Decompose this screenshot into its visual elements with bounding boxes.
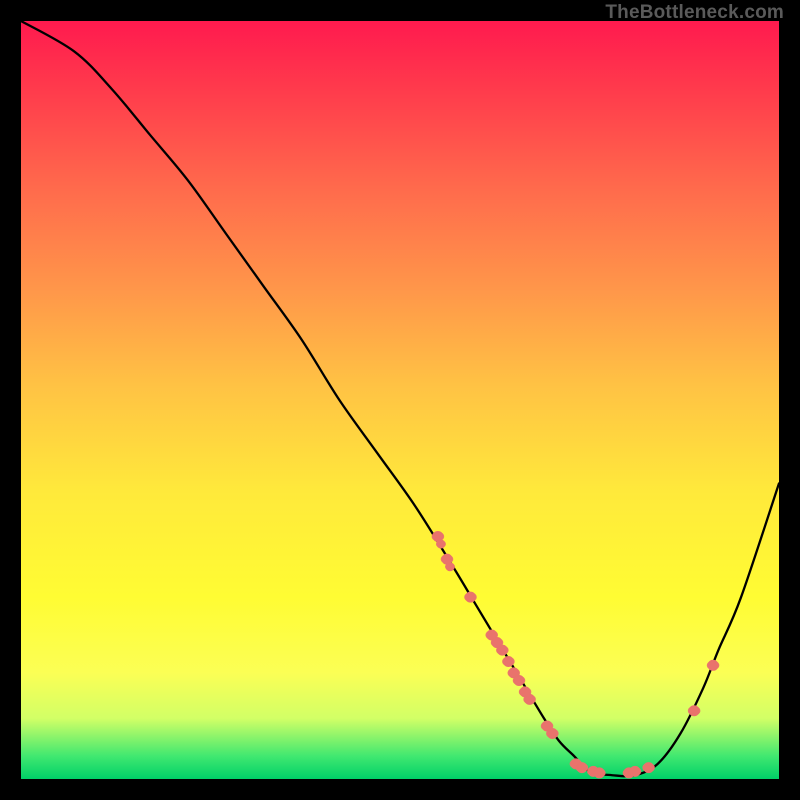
bottleneck-curve [21,21,779,776]
chart-svg [21,21,779,779]
